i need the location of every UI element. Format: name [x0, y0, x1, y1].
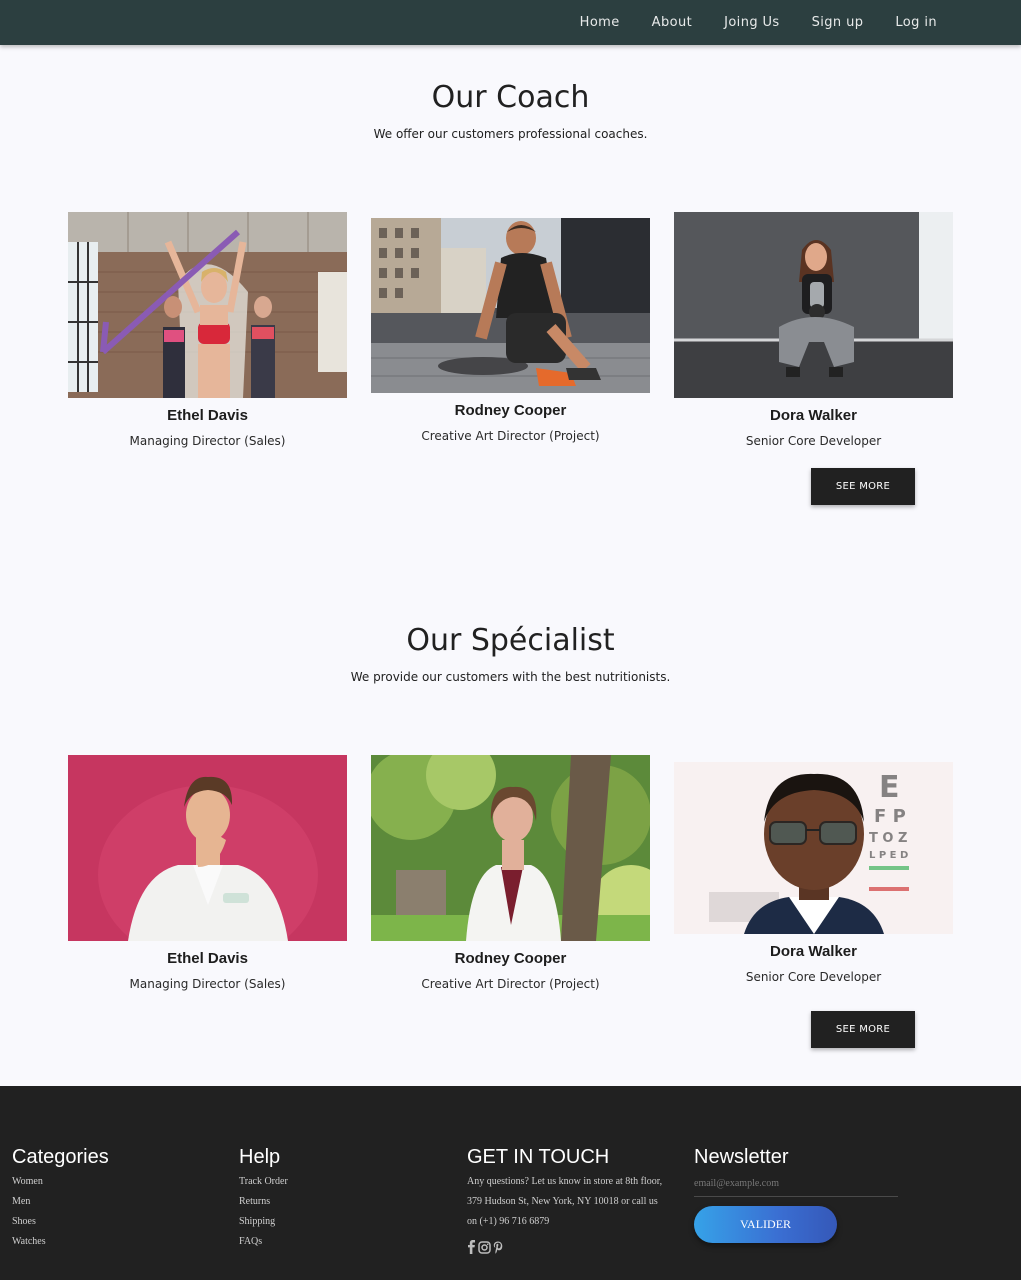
specialist-name: Ethel Davis — [167, 950, 248, 967]
specialist-see-more-button[interactable]: SEE MORE — [811, 1011, 915, 1048]
coach-role: Managing Director (Sales) — [129, 434, 286, 448]
social-links — [467, 1240, 687, 1254]
specialist-photo-man-pink-background — [68, 755, 347, 941]
svg-text:T O Z: T O Z — [869, 831, 907, 846]
footer: Categories Women Men Shoes Watches Help … — [0, 1086, 1021, 1280]
coach-section-subtitle: We offer our customers professional coac… — [373, 127, 648, 141]
footer-contact-line: 379 Hudson St, New York, NY 10018 or cal… — [467, 1196, 658, 1207]
nav-links: Home About Joing Us Sign up Log in — [580, 0, 937, 45]
footer-link-women[interactable]: Women — [12, 1172, 232, 1192]
footer-contact-line: Any questions? Let us know in store at 8… — [467, 1176, 663, 1187]
footer-contact: GET IN TOUCH Any questions? Let us know … — [467, 1146, 687, 1254]
coach-name: Ethel Davis — [167, 407, 248, 424]
footer-categories: Categories Women Men Shoes Watches — [12, 1146, 232, 1252]
footer-categories-title: Categories — [12, 1146, 109, 1168]
footer-contact-title: GET IN TOUCH — [467, 1146, 610, 1168]
specialist-role: Creative Art Director (Project) — [421, 977, 600, 991]
facebook-icon[interactable] — [467, 1240, 476, 1254]
newsletter-submit-button[interactable]: VALIDER — [694, 1206, 837, 1243]
specialist-card: Rodney Cooper Creative Art Director (Pro… — [371, 755, 650, 991]
footer-newsletter: Newsletter VALIDER — [694, 1146, 909, 1243]
specialist-card: E F P T O Z L P E D Dora Walker Senior C… — [674, 762, 953, 984]
footer-link-watches[interactable]: Watches — [12, 1232, 232, 1252]
coach-name: Dora Walker — [770, 407, 857, 424]
nav-join-link[interactable]: Joing Us — [724, 15, 780, 30]
footer-link-shoes[interactable]: Shoes — [12, 1212, 232, 1232]
footer-link-track-order[interactable]: Track Order — [239, 1172, 459, 1192]
footer-help-title: Help — [239, 1146, 281, 1168]
coach-role: Senior Core Developer — [745, 434, 882, 448]
specialist-section-title: Our Spécialist — [406, 623, 615, 658]
coach-photo-fitness-class — [68, 212, 347, 398]
specialist-photo-woman-doctor-park — [371, 755, 650, 941]
coach-see-more-button[interactable]: SEE MORE — [811, 468, 915, 505]
navbar: Home About Joing Us Sign up Log in — [0, 0, 1021, 45]
nav-signup-link[interactable]: Sign up — [812, 15, 864, 30]
coach-card: Ethel Davis Managing Director (Sales) — [68, 212, 347, 448]
instagram-icon[interactable] — [478, 1240, 491, 1254]
footer-link-faqs[interactable]: FAQs — [239, 1232, 459, 1252]
specialist-role: Senior Core Developer — [745, 970, 882, 984]
coach-role: Creative Art Director (Project) — [421, 429, 600, 443]
footer-link-shipping[interactable]: Shipping — [239, 1212, 459, 1232]
nav-login-link[interactable]: Log in — [895, 15, 937, 30]
specialist-photo-optometrist: E F P T O Z L P E D — [674, 762, 953, 934]
footer-help: Help Track Order Returns Shipping FAQs — [239, 1146, 459, 1252]
coach-photo-runner-street — [371, 218, 650, 393]
footer-newsletter-title: Newsletter — [694, 1146, 789, 1168]
footer-link-returns[interactable]: Returns — [239, 1192, 459, 1212]
svg-text:F P: F P — [874, 806, 906, 827]
pinterest-icon[interactable] — [493, 1241, 503, 1254]
specialist-section-subtitle: We provide our customers with the best n… — [350, 670, 671, 684]
coach-card: Dora Walker Senior Core Developer — [674, 212, 953, 448]
coach-section-title: Our Coach — [431, 80, 590, 115]
footer-contact-line: on (+1) 96 716 6879 — [467, 1216, 550, 1227]
specialist-card: Ethel Davis Managing Director (Sales) — [68, 755, 347, 991]
svg-text:E: E — [879, 770, 900, 805]
coach-name: Rodney Cooper — [454, 402, 567, 419]
coach-card: Rodney Cooper Creative Art Director (Pro… — [371, 218, 650, 443]
nav-home-link[interactable]: Home — [580, 15, 620, 30]
newsletter-email-input[interactable] — [694, 1172, 898, 1197]
coach-photo-kettlebell-squat — [674, 212, 953, 398]
specialist-name: Rodney Cooper — [454, 950, 567, 967]
specialist-name: Dora Walker — [770, 943, 857, 960]
footer-link-men[interactable]: Men — [12, 1192, 232, 1212]
specialist-role: Managing Director (Sales) — [129, 977, 286, 991]
svg-text:L P E D: L P E D — [869, 850, 908, 861]
nav-about-link[interactable]: About — [652, 15, 692, 30]
